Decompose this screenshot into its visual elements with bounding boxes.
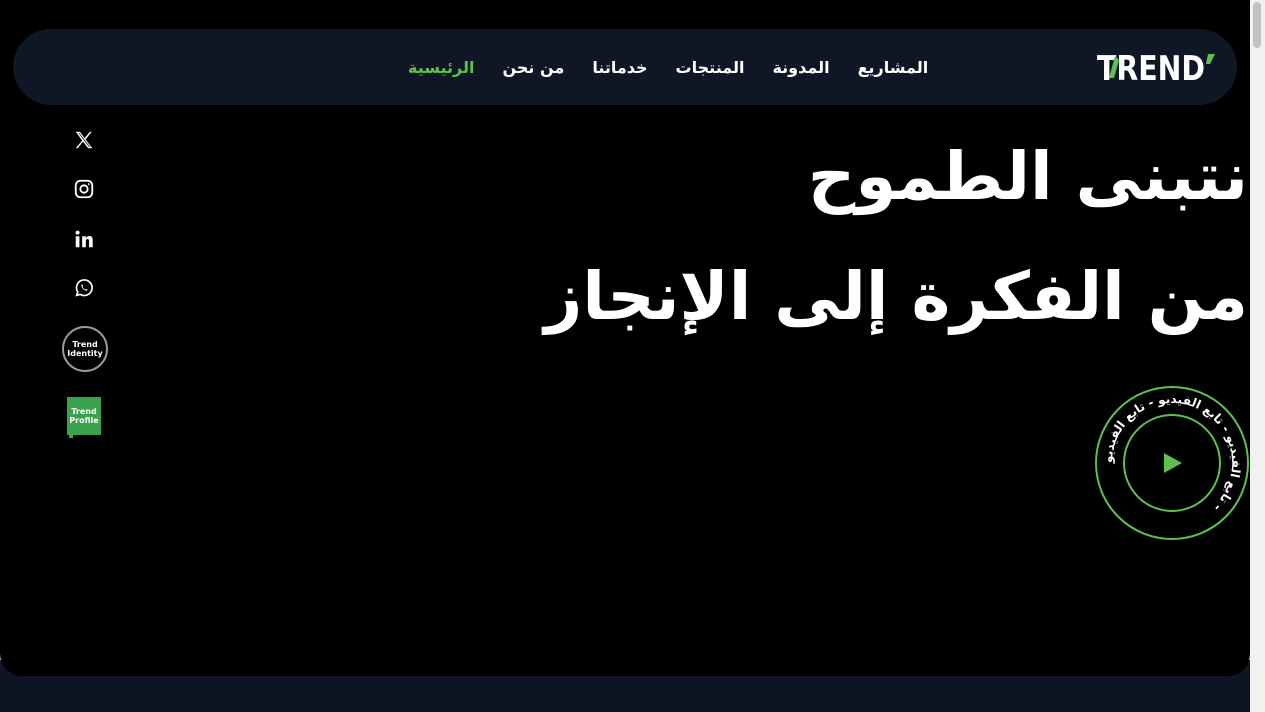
trend-profile-badge[interactable]: Trend Profile	[67, 397, 101, 438]
identity-badge-line1: Trend	[72, 340, 98, 349]
whatsapp-icon[interactable]	[62, 272, 106, 304]
linkedin-icon[interactable]	[62, 223, 106, 255]
watch-video-button[interactable]: تابع الفيديو - تابع الفيديو - تابع الفيد…	[1094, 385, 1250, 541]
nav-item-services[interactable]: خدماتنا	[592, 58, 647, 77]
trend-logo[interactable]: TREND	[1097, 46, 1219, 88]
scrollbar-thumb[interactable]	[1253, 2, 1261, 48]
nav-item-projects[interactable]: المشاريع	[858, 58, 929, 77]
video-ring-text: تابع الفيديو - تابع الفيديو - تابع الفيد…	[1101, 392, 1243, 515]
main-nav: الرئيسية من نحن خدماتنا المنتجات المدونة…	[408, 29, 928, 105]
nav-item-products[interactable]: المنتجات	[676, 58, 745, 77]
nav-item-home[interactable]: الرئيسية	[408, 58, 475, 77]
top-navbar: TREND الرئيسية من نحن خدماتنا المنتجات ا…	[13, 29, 1237, 105]
play-icon	[1164, 453, 1182, 473]
nav-item-about[interactable]: من نحن	[503, 58, 565, 77]
x-icon[interactable]	[62, 124, 106, 156]
profile-badge-line2: Profile	[69, 416, 99, 425]
page-scrollbar[interactable]	[1250, 0, 1265, 712]
hero-headline-line1: نتبنى الطموح	[807, 138, 1248, 215]
hero-headline-line2: من الفكرة إلى الإنجاز	[544, 258, 1248, 335]
trend-identity-badge[interactable]: Trend Identity	[62, 326, 108, 372]
identity-badge-line2: Identity	[67, 349, 103, 358]
hero-section: TREND الرئيسية من نحن خدماتنا المنتجات ا…	[0, 0, 1250, 676]
instagram-icon[interactable]	[62, 173, 106, 205]
nav-item-blog[interactable]: المدونة	[772, 58, 829, 77]
profile-badge-line1: Trend	[71, 407, 97, 416]
